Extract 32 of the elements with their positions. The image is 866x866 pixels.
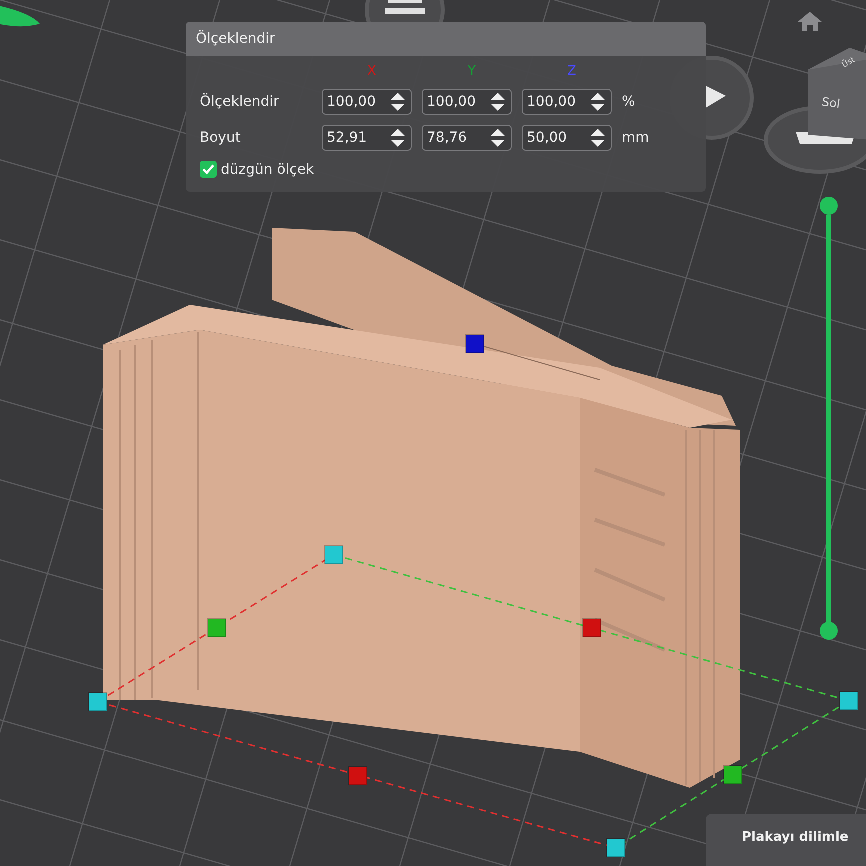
field-label: Boyut xyxy=(200,130,242,146)
checkbox[interactable] xyxy=(200,161,217,178)
checkbox-label: düzgün ölçek xyxy=(221,162,314,178)
number-spin-field[interactable]: 78,76 xyxy=(422,125,512,151)
axis-label: X xyxy=(368,64,376,79)
view-cube-label[interactable]: Sol xyxy=(821,94,842,112)
layer-slider-fill[interactable] xyxy=(826,215,832,622)
slider-handle[interactable] xyxy=(820,622,838,640)
spin-arrows-icon[interactable] xyxy=(489,91,507,113)
spin-arrows-icon[interactable] xyxy=(389,127,407,149)
axis-label: Y xyxy=(468,64,476,79)
spin-arrows-icon[interactable] xyxy=(589,91,607,113)
unit-label: mm xyxy=(622,130,650,146)
unit-label: % xyxy=(622,94,636,110)
number-spin-field[interactable]: 100,00 xyxy=(322,89,412,115)
spin-arrows-icon[interactable] xyxy=(489,127,507,149)
slider-handle[interactable] xyxy=(820,197,838,215)
3d-viewport[interactable]: Sol Üst Ölçeklendir X Y Z Ölçeklendir 100,00 100,00 100,00 % Boyut 52,91 78,76 50,00 mm düzgün ölçek Plakayı dilimle xyxy=(0,0,866,866)
toolbar-ring-drawing xyxy=(0,4,40,27)
spin-arrows-icon[interactable] xyxy=(589,127,607,149)
field-label: Ölçeklendir xyxy=(200,94,280,110)
axis-label: Z xyxy=(568,64,576,79)
panel-title: Ölçeklendir xyxy=(186,22,706,56)
number-spin-field[interactable]: 52,91 xyxy=(322,125,412,151)
slice-plate-button[interactable]: Plakayı dilimle xyxy=(706,814,866,866)
view-cube-drawing[interactable] xyxy=(808,48,866,140)
view-cube-label[interactable]: Üst xyxy=(840,55,857,70)
number-spin-field[interactable]: 100,00 xyxy=(522,89,612,115)
number-spin-field[interactable]: 50,00 xyxy=(522,125,612,151)
spin-arrows-icon[interactable] xyxy=(389,91,407,113)
number-spin-field[interactable]: 100,00 xyxy=(422,89,512,115)
home-icon[interactable] xyxy=(798,12,822,31)
